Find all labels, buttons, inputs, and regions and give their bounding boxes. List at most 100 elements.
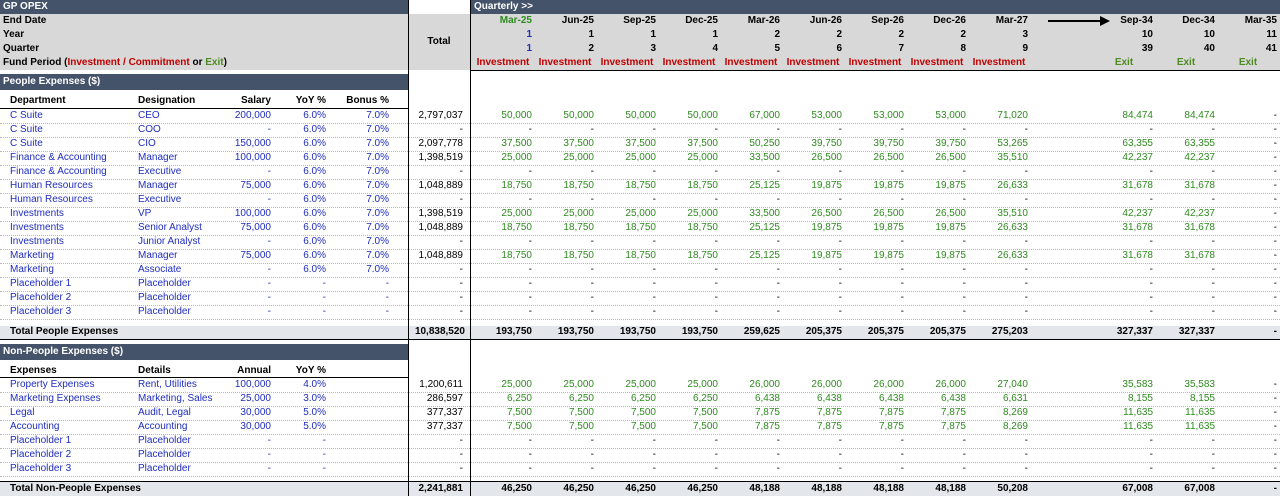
quarter-value-cell[interactable]: - — [720, 193, 780, 207]
quarter-value-cell[interactable]: - — [1093, 235, 1153, 249]
quarter-value-cell[interactable]: - — [968, 165, 1028, 179]
department-cell[interactable]: Investments — [10, 221, 135, 235]
department-cell[interactable]: C Suite — [10, 123, 135, 137]
quarter-value-cell[interactable]: - — [472, 193, 532, 207]
quarter-value-cell[interactable]: 33,500 — [720, 151, 780, 165]
quarter-value-cell[interactable]: - — [534, 277, 594, 291]
quarter-value-cell[interactable]: 37,500 — [596, 137, 656, 151]
quarter-value-cell[interactable]: - — [844, 448, 904, 462]
quarter-value-cell[interactable]: 35,510 — [968, 207, 1028, 221]
expense-name-cell[interactable]: Property Expenses — [10, 378, 135, 392]
year-cell[interactable]: 1 — [534, 28, 594, 42]
department-cell[interactable]: Finance & Accounting — [10, 165, 135, 179]
nonpeople-total-cell[interactable]: 50,208 — [968, 482, 1028, 496]
year-cell[interactable]: 10 — [1155, 28, 1215, 42]
quarter-value-cell[interactable]: 35,583 — [1155, 378, 1215, 392]
salary-cell[interactable]: 75,000 — [211, 249, 271, 263]
quarter-value-cell[interactable]: - — [1217, 305, 1277, 319]
quarter-cell[interactable]: 39 — [1093, 42, 1153, 56]
quarter-value-cell[interactable]: - — [720, 462, 780, 476]
quarter-value-cell[interactable]: 25,000 — [472, 207, 532, 221]
quarter-value-cell[interactable]: - — [968, 123, 1028, 137]
quarter-value-cell[interactable]: 37,500 — [658, 137, 718, 151]
quarter-value-cell[interactable]: 18,750 — [658, 179, 718, 193]
department-cell[interactable]: Marketing — [10, 263, 135, 277]
quarter-value-cell[interactable]: - — [1217, 249, 1277, 263]
department-cell[interactable]: Placeholder 3 — [10, 305, 135, 319]
quarter-value-cell[interactable]: 19,875 — [844, 249, 904, 263]
quarter-value-cell[interactable]: 53,265 — [968, 137, 1028, 151]
quarter-value-cell[interactable]: - — [596, 263, 656, 277]
department-cell[interactable]: Placeholder 1 — [10, 277, 135, 291]
quarter-value-cell[interactable]: - — [906, 291, 966, 305]
quarter-value-cell[interactable]: 25,000 — [472, 151, 532, 165]
quarter-value-cell[interactable]: - — [1217, 434, 1277, 448]
annual-cell[interactable]: 25,000 — [211, 392, 271, 406]
end-date-cell[interactable]: Mar-35 — [1217, 14, 1277, 28]
year-cell[interactable]: 1 — [472, 28, 532, 42]
department-cell[interactable]: Human Resources — [10, 179, 135, 193]
quarter-cell[interactable]: 2 — [534, 42, 594, 56]
salary-cell[interactable]: - — [211, 235, 271, 249]
quarter-value-cell[interactable]: - — [534, 165, 594, 179]
yoy-cell[interactable]: - — [276, 305, 326, 319]
quarter-value-cell[interactable]: 26,500 — [906, 207, 966, 221]
quarter-value-cell[interactable]: - — [844, 193, 904, 207]
quarter-value-cell[interactable]: 25,000 — [534, 151, 594, 165]
people-total-cell[interactable]: 193,750 — [658, 325, 718, 339]
yoy-cell[interactable]: 5.0% — [276, 420, 326, 434]
quarter-value-cell[interactable]: - — [472, 277, 532, 291]
quarter-value-cell[interactable]: - — [782, 193, 842, 207]
total-cell[interactable]: 1,200,611 — [403, 378, 463, 392]
quarter-cell[interactable]: 4 — [658, 42, 718, 56]
quarter-value-cell[interactable]: - — [844, 165, 904, 179]
bonus-cell[interactable]: - — [339, 291, 389, 305]
quarter-value-cell[interactable]: 50,000 — [534, 109, 594, 123]
quarter-value-cell[interactable]: 42,237 — [1155, 151, 1215, 165]
total-cell[interactable]: - — [403, 462, 463, 476]
salary-cell[interactable]: 75,000 — [211, 221, 271, 235]
expense-name-cell[interactable]: Accounting — [10, 420, 135, 434]
bonus-cell[interactable]: 7.0% — [339, 263, 389, 277]
quarter-value-cell[interactable]: - — [658, 462, 718, 476]
quarter-value-cell[interactable]: - — [658, 123, 718, 137]
quarter-value-cell[interactable]: 31,678 — [1155, 221, 1215, 235]
quarter-value-cell[interactable]: 42,237 — [1093, 151, 1153, 165]
salary-cell[interactable]: - — [211, 291, 271, 305]
quarter-value-cell[interactable]: 19,875 — [906, 249, 966, 263]
bonus-cell[interactable]: 7.0% — [339, 207, 389, 221]
quarter-value-cell[interactable]: 7,500 — [534, 420, 594, 434]
quarter-value-cell[interactable]: 25,000 — [658, 378, 718, 392]
fund-period-cell[interactable]: Investment — [782, 56, 844, 70]
quarter-value-cell[interactable]: 18,750 — [658, 221, 718, 235]
quarter-cell[interactable]: 8 — [906, 42, 966, 56]
quarter-value-cell[interactable]: - — [1155, 448, 1215, 462]
total-cell[interactable]: - — [403, 235, 463, 249]
quarter-value-cell[interactable]: - — [1155, 263, 1215, 277]
quarter-value-cell[interactable]: - — [968, 291, 1028, 305]
quarter-value-cell[interactable]: - — [1155, 434, 1215, 448]
year-cell[interactable]: 3 — [968, 28, 1028, 42]
yoy-cell[interactable]: 6.0% — [276, 179, 326, 193]
quarter-value-cell[interactable]: 25,125 — [720, 221, 780, 235]
bonus-cell[interactable]: 7.0% — [339, 235, 389, 249]
quarter-value-cell[interactable]: - — [782, 165, 842, 179]
quarter-value-cell[interactable]: 39,750 — [906, 137, 966, 151]
quarter-value-cell[interactable]: 18,750 — [472, 249, 532, 263]
quarter-value-cell[interactable]: - — [1217, 137, 1277, 151]
quarter-value-cell[interactable]: - — [596, 165, 656, 179]
quarter-value-cell[interactable]: - — [782, 448, 842, 462]
fund-period-cell[interactable]: Investment — [968, 56, 1030, 70]
quarter-value-cell[interactable]: 26,500 — [782, 151, 842, 165]
quarter-value-cell[interactable]: 26,633 — [968, 249, 1028, 263]
quarter-value-cell[interactable]: 25,000 — [534, 378, 594, 392]
quarter-value-cell[interactable]: - — [1217, 123, 1277, 137]
quarter-value-cell[interactable]: 53,000 — [844, 109, 904, 123]
salary-cell[interactable]: - — [211, 193, 271, 207]
department-cell[interactable]: Marketing — [10, 249, 135, 263]
quarter-value-cell[interactable]: 25,000 — [472, 378, 532, 392]
quarter-value-cell[interactable]: 18,750 — [534, 179, 594, 193]
nonpeople-total-cell[interactable]: 46,250 — [658, 482, 718, 496]
quarter-value-cell[interactable]: - — [720, 434, 780, 448]
bonus-cell[interactable]: 7.0% — [339, 165, 389, 179]
